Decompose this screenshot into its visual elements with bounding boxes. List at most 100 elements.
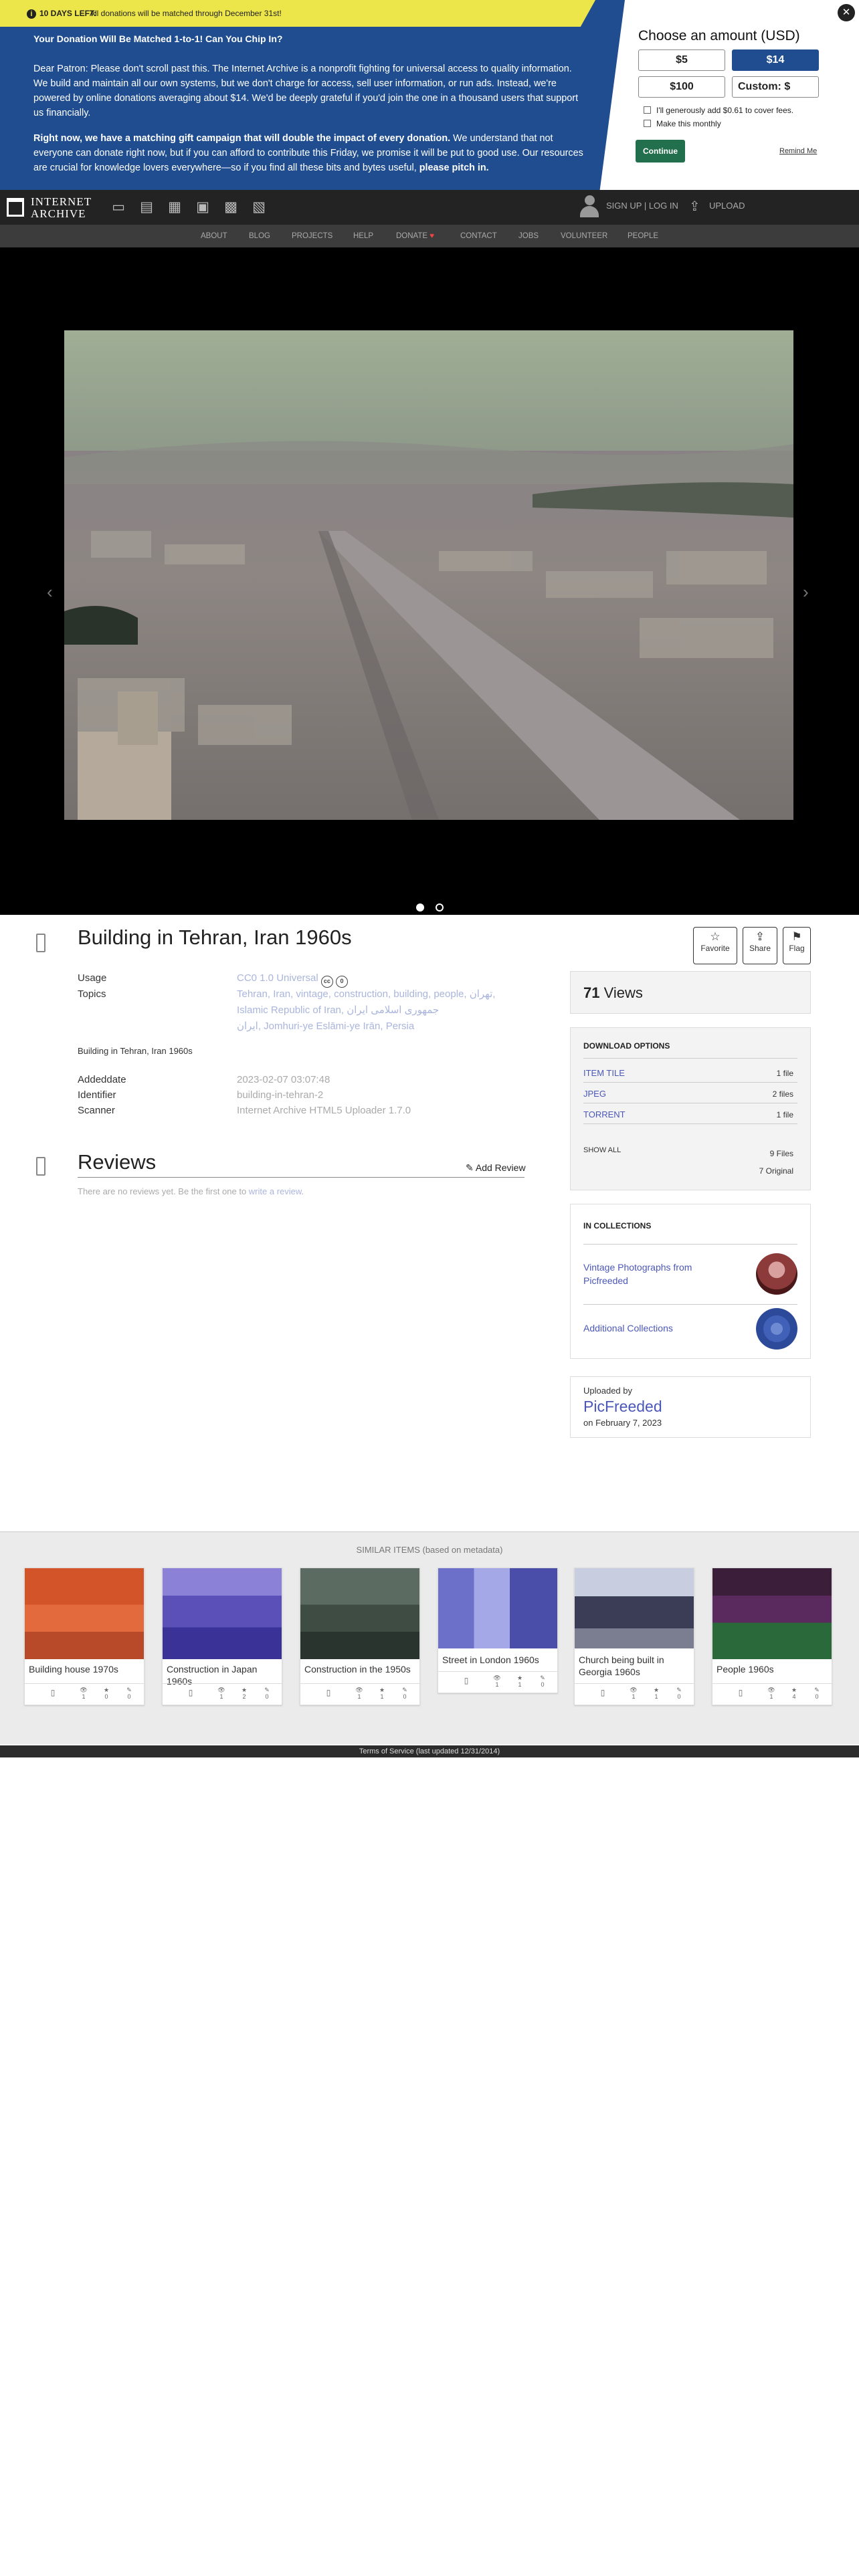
similar-item-stats: ▯ 👁 1 ★ 1 ✎ 0 <box>300 1683 419 1705</box>
similar-item-card[interactable]: Church being built in Georgia 1960s ▯ 👁 1… <box>574 1568 694 1705</box>
similar-item-card[interactable]: Street in London 1960s ▯ 👁 1 ★ 1 ✎ 0 <box>438 1568 558 1693</box>
cover-fees-checkbox[interactable]: I'll generously add $0.61 to cover fees. <box>644 106 793 115</box>
nav-donate[interactable]: DONATE ♥ <box>396 225 434 247</box>
similar-item-thumbnail[interactable] <box>438 1568 557 1648</box>
nav-about[interactable]: ABOUT <box>201 225 227 247</box>
info-icon: i <box>27 9 36 19</box>
share-icon: ⇪ <box>755 930 765 943</box>
reviews-stat: ✎ 0 <box>264 1687 270 1700</box>
carousel-dot-2[interactable] <box>436 903 444 911</box>
similar-item-thumbnail[interactable] <box>712 1568 832 1659</box>
amount-title: Choose an amount (USD) <box>638 28 800 43</box>
collection-thumbnail[interactable] <box>756 1308 797 1350</box>
similar-item-title[interactable]: Church being built in Georgia 1960s <box>579 1654 691 1678</box>
amount-5-button[interactable]: $5 <box>638 49 725 71</box>
divider <box>583 1244 797 1245</box>
usage-value[interactable]: CC0 1.0 Universal cc 0 <box>237 970 349 988</box>
reviews-stat: ✎ 0 <box>676 1687 682 1700</box>
nav-help[interactable]: HELP <box>353 225 373 247</box>
heart-icon: ♥ <box>430 232 435 240</box>
similar-item-title[interactable]: Construction in the 1950s <box>304 1663 417 1675</box>
collection-thumbnail[interactable] <box>756 1253 797 1295</box>
similar-item-card[interactable]: Construction in the 1950s ▯ 👁 1 ★ 1 ✎ 0 <box>300 1568 420 1705</box>
software-icon[interactable]: ▩ <box>222 199 240 216</box>
custom-amount-input[interactable]: Custom: $ <box>732 76 819 98</box>
similar-item-thumbnail[interactable] <box>25 1568 144 1659</box>
similar-item-stats: ▯ 👁 1 ★ 1 ✎ 0 <box>438 1671 557 1693</box>
favorite-button[interactable]: ☆ Favorite <box>693 927 737 964</box>
download-torrent[interactable]: TORRENT <box>583 1109 626 1119</box>
texts-icon[interactable]: ▤ <box>138 199 155 216</box>
nav-people[interactable]: PEOPLE <box>628 225 658 247</box>
flag-button[interactable]: ⚑ Flag <box>783 927 811 964</box>
download-item-tile[interactable]: ITEM TILE <box>583 1068 625 1078</box>
amount-100-button[interactable]: $100 <box>638 76 725 98</box>
identifier-value: building-in-tehran-2 <box>237 1089 324 1101</box>
download-count: 1 file <box>776 1069 793 1078</box>
nav-jobs[interactable]: JOBS <box>518 225 539 247</box>
images-icon[interactable]: ▧ <box>250 199 268 216</box>
nav-contact[interactable]: CONTACT <box>460 225 497 247</box>
image-item-icon <box>36 934 45 952</box>
similar-item-card[interactable]: Construction in Japan 1960s ▯ 👁 1 ★ 2 ✎ 0 <box>162 1568 282 1705</box>
close-banner-icon[interactable]: ✕ <box>838 4 855 21</box>
similar-item-title[interactable]: Street in London 1960s <box>442 1654 555 1666</box>
web-icon[interactable]: ▭ <box>110 199 127 216</box>
topics-value[interactable]: Tehran, Iran, vintage, construction, bui… <box>237 986 531 1035</box>
continue-button[interactable]: Continue <box>636 140 685 163</box>
item-photo[interactable] <box>64 330 793 820</box>
topics-label: Topics <box>78 988 106 1000</box>
identifier-label: Identifier <box>78 1089 116 1101</box>
views-count: 71 Views <box>583 984 643 1001</box>
similar-item-stats: ▯ 👁 1 ★ 1 ✎ 0 <box>575 1683 694 1705</box>
star-icon: ☆ <box>710 930 721 943</box>
similar-item-stats: ▯ 👁 1 ★ 0 ✎ 0 <box>25 1683 144 1705</box>
previous-image-icon[interactable]: ‹ <box>47 582 53 603</box>
video-icon[interactable]: ▦ <box>166 199 183 216</box>
item-description: Building in Tehran, Iran 1960s <box>78 1046 193 1056</box>
similar-item-thumbnail[interactable] <box>575 1568 694 1648</box>
image-icon: ▯ <box>464 1676 469 1685</box>
write-review-link[interactable]: write a review <box>249 1186 302 1196</box>
remind-me-link[interactable]: Remind Me <box>779 147 817 155</box>
divider <box>583 1058 797 1059</box>
download-count: 2 files <box>772 1089 793 1099</box>
collection-vintage-photographs[interactable]: Vintage Photographs from Picfreeded <box>583 1261 710 1287</box>
upload-icon[interactable]: ⇪ <box>689 198 700 215</box>
carousel-dot-1[interactable] <box>416 903 424 911</box>
amount-14-button[interactable]: $14 <box>732 49 819 71</box>
user-icon[interactable] <box>579 195 599 218</box>
uploader-link[interactable]: PicFreeded <box>583 1398 662 1416</box>
similar-item-thumbnail[interactable] <box>163 1568 282 1659</box>
scanner-value: Internet Archive HTML5 Uploader 1.7.0 <box>237 1105 411 1116</box>
flag-icon: ⚑ <box>791 930 802 943</box>
reviews-stat: ✎ 0 <box>814 1687 820 1700</box>
pencil-icon: ✎ <box>466 1162 474 1173</box>
signup-login-link[interactable]: SIGN UP | LOG IN <box>606 201 678 211</box>
download-jpeg[interactable]: JPEG <box>583 1089 606 1099</box>
upload-link[interactable]: UPLOAD <box>709 201 745 211</box>
addeddate-label: Addeddate <box>78 1074 126 1085</box>
terms-of-service-link[interactable]: Terms of Service (last updated 12/31/201… <box>0 1745 859 1757</box>
share-button[interactable]: ⇪ Share <box>743 927 777 964</box>
audio-icon[interactable]: ▣ <box>194 199 211 216</box>
reviews-title: Reviews <box>78 1150 157 1174</box>
reviews-stat: ✎ 0 <box>540 1675 545 1688</box>
nav-blog[interactable]: BLOG <box>249 225 270 247</box>
add-review-button[interactable]: ✎ Add Review <box>466 1162 526 1174</box>
nav-volunteer[interactable]: VOLUNTEER <box>561 225 607 247</box>
similar-item-card[interactable]: Building house 1970s ▯ 👁 1 ★ 0 ✎ 0 <box>24 1568 145 1705</box>
divider <box>583 1123 797 1124</box>
similar-item-thumbnail[interactable] <box>300 1568 419 1659</box>
internet-archive-logo[interactable]: INTERNET ARCHIVE <box>7 195 100 220</box>
image-icon: ▯ <box>600 1688 605 1697</box>
nav-projects[interactable]: PROJECTS <box>292 225 332 247</box>
collections-title: IN COLLECTIONS <box>583 1221 652 1230</box>
next-image-icon[interactable]: › <box>803 582 809 603</box>
show-all-link[interactable]: SHOW ALL <box>583 1146 621 1154</box>
monthly-checkbox[interactable]: Make this monthly <box>644 119 721 128</box>
similar-item-title[interactable]: People 1960s <box>717 1663 829 1675</box>
similar-item-title[interactable]: Building house 1970s <box>29 1663 141 1675</box>
similar-item-card[interactable]: People 1960s ▯ 👁 1 ★ 4 ✎ 0 <box>712 1568 832 1705</box>
collection-additional[interactable]: Additional Collections <box>583 1321 710 1335</box>
